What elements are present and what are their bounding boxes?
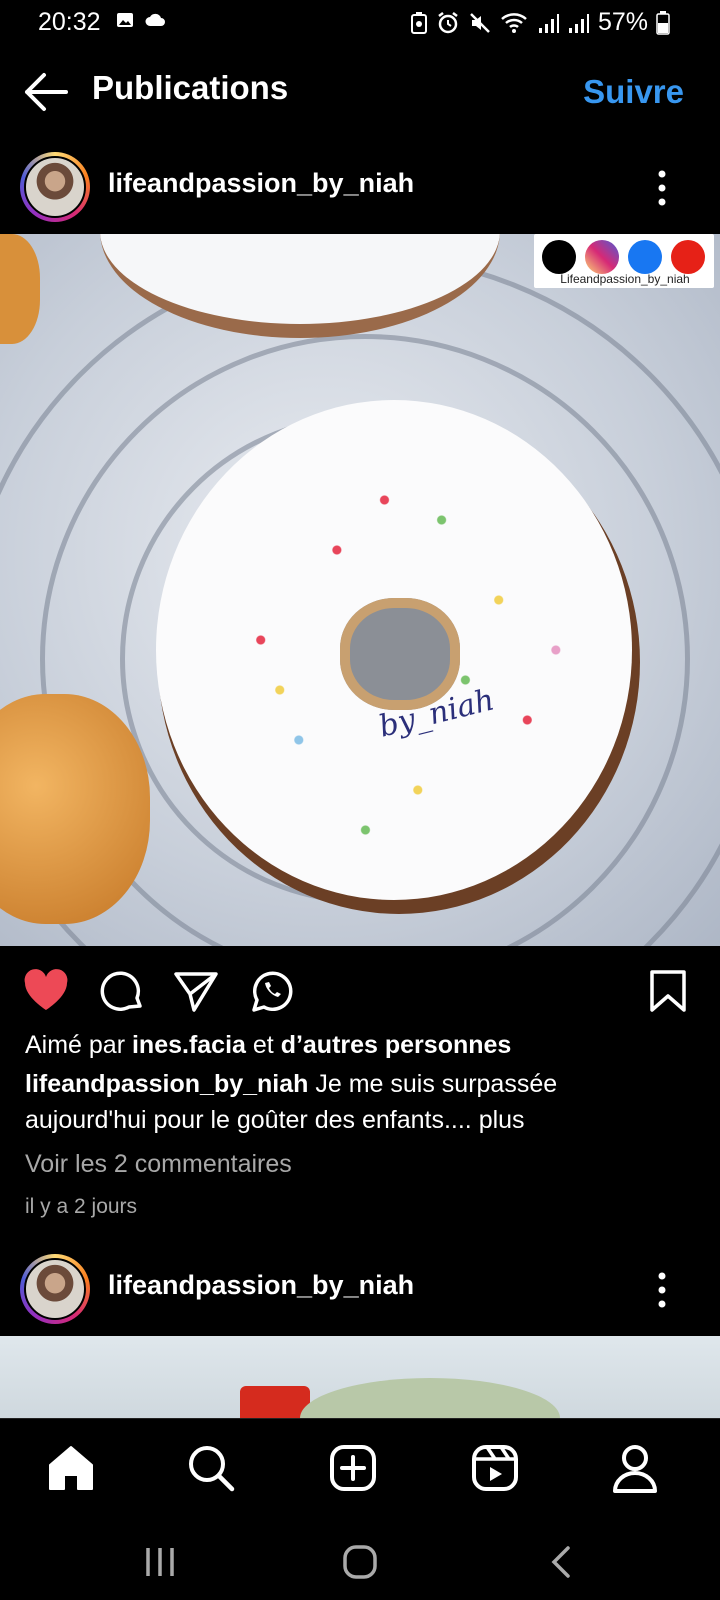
likes-line: Aimé par ines.facia et d’autres personne… (25, 1031, 511, 1060)
status-bar: 20:32 57% (0, 0, 720, 46)
follow-button[interactable]: Suivre (583, 73, 684, 111)
battery-icon (656, 10, 670, 35)
back-chevron-icon[interactable] (542, 1542, 582, 1582)
wifi-icon (501, 12, 527, 33)
youtube-icon (671, 240, 705, 274)
caption-username[interactable]: lifeandpassion_by_niah (25, 1070, 308, 1098)
caption-more-link[interactable]: plus (472, 1106, 525, 1134)
add-post-icon[interactable] (328, 1443, 378, 1493)
cloud-icon (145, 13, 165, 26)
instagram-icon (585, 240, 619, 274)
facebook-icon (628, 240, 662, 274)
alarm-icon (438, 11, 458, 33)
caption: lifeandpassion_by_niah Je me suis surpas… (25, 1066, 685, 1138)
recent-apps-icon[interactable] (140, 1542, 180, 1582)
view-comments-link[interactable]: Voir les 2 commentaires (25, 1150, 292, 1179)
search-icon[interactable] (186, 1443, 236, 1493)
status-right: 57% (410, 8, 670, 37)
signal-icon-2 (568, 13, 589, 33)
arrow-left-icon[interactable] (22, 72, 68, 112)
more-options-icon[interactable] (652, 166, 672, 210)
liked-user[interactable]: ines.facia (132, 1031, 246, 1059)
avatar-2[interactable] (20, 1254, 90, 1324)
liked-prefix: Aimé par (25, 1031, 132, 1059)
heart-icon[interactable] (22, 968, 70, 1014)
home-icon[interactable] (46, 1443, 96, 1493)
liked-middle: et (245, 1031, 281, 1059)
page-title: Publications (92, 69, 289, 106)
profile-icon[interactable] (610, 1443, 660, 1493)
badge-handle: Lifeandpassion_by_niah (560, 272, 690, 286)
status-notification-icons (116, 11, 166, 29)
comment-icon[interactable] (98, 968, 146, 1014)
system-nav (0, 1522, 720, 1600)
social-badge: Lifeandpassion_by_niah (534, 234, 714, 288)
reels-icon[interactable] (470, 1443, 520, 1493)
post-timestamp: il y a 2 jours (25, 1195, 138, 1218)
battery-saver-icon (410, 11, 427, 34)
post-username-2[interactable]: lifeandpassion_by_niah (108, 1270, 414, 1301)
more-options-icon-2[interactable] (652, 1268, 672, 1312)
image-notification-icon (117, 13, 133, 27)
post-image[interactable]: by_niah Lifeandpassion_by_niah (0, 234, 720, 946)
bookmark-icon[interactable] (648, 968, 688, 1014)
top-bar: Publications Suivre (0, 56, 720, 126)
post-username[interactable]: lifeandpassion_by_niah (108, 168, 414, 199)
signal-icon (538, 13, 559, 33)
share-icon[interactable] (172, 968, 220, 1014)
post-actions (0, 946, 720, 1036)
battery-percent: 57% (597, 8, 648, 36)
avatar[interactable] (20, 152, 90, 222)
home-circle-icon[interactable] (340, 1542, 380, 1582)
mute-icon (470, 12, 490, 33)
tiktok-icon (542, 240, 576, 274)
post-image-2[interactable] (0, 1336, 720, 1418)
whatsapp-icon[interactable] (248, 968, 296, 1014)
post-header: lifeandpassion_by_niah (0, 144, 720, 234)
bottom-nav (0, 1418, 720, 1523)
status-time: 20:32 (38, 8, 101, 36)
liked-others[interactable]: d’autres personnes (281, 1031, 512, 1059)
post-header-2: lifeandpassion_by_niah (0, 1246, 720, 1336)
